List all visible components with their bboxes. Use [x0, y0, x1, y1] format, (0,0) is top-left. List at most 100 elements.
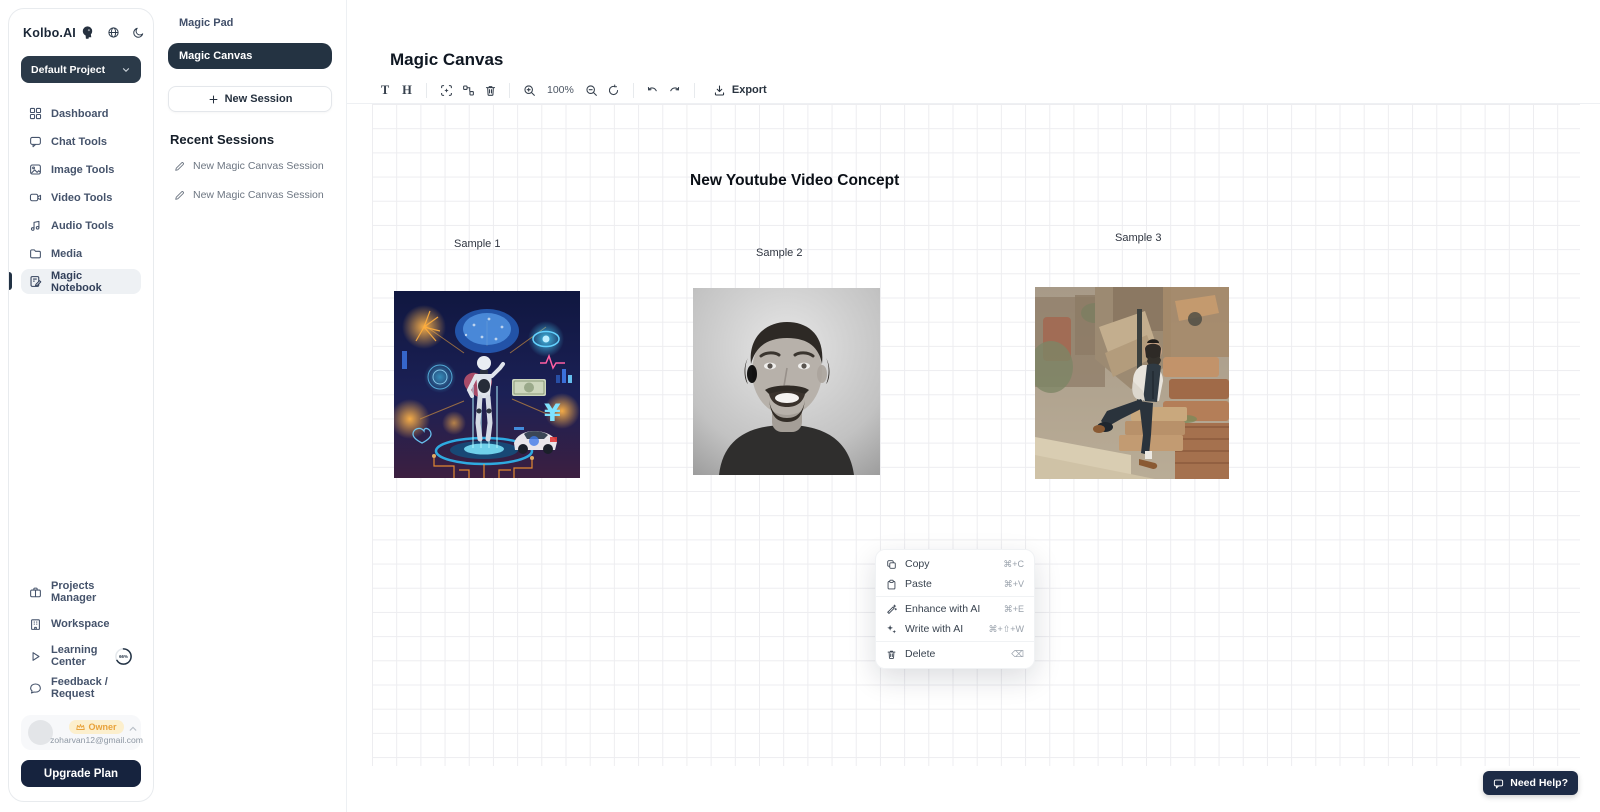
session-list-item[interactable]: New Magic Canvas Session: [168, 185, 332, 205]
language-globe-button[interactable]: [107, 26, 120, 39]
menu-item-label: Delete: [905, 648, 935, 660]
sidebar-item-media[interactable]: Media: [21, 241, 141, 266]
user-email: zoharvan12@gmail.com: [50, 735, 143, 745]
zoom-out-icon: [585, 84, 598, 97]
brain-head-icon: [80, 25, 95, 40]
need-help-label: Need Help?: [1510, 777, 1568, 789]
export-label: Export: [732, 84, 767, 96]
menu-item-label: Copy: [905, 558, 930, 570]
reset-view-button[interactable]: [603, 79, 625, 101]
portrait-illustration: [693, 288, 880, 475]
text-tool-glyph: T: [381, 83, 389, 98]
sample-2-image[interactable]: [693, 288, 880, 475]
sidebar-item-feedback[interactable]: Feedback / Request: [21, 675, 141, 701]
ai-select-tool-button[interactable]: [435, 79, 457, 101]
session-list-item[interactable]: New Magic Canvas Session: [168, 156, 332, 176]
sidebar-item-magic-notebook[interactable]: Magic Notebook: [21, 269, 141, 294]
sidebar-item-video-tools[interactable]: Video Tools: [21, 185, 141, 210]
logo-row: Kolbo.AI: [21, 25, 141, 40]
export-button[interactable]: Export: [707, 83, 773, 98]
sample-1-image[interactable]: ¥: [394, 291, 580, 478]
undo-button[interactable]: [642, 79, 664, 101]
sidebar-item-projects-manager[interactable]: Projects Manager: [21, 579, 141, 605]
session-item-label: New Magic Canvas Session: [193, 189, 324, 201]
delete-tool-button[interactable]: [479, 79, 501, 101]
sample-1-label[interactable]: Sample 1: [454, 238, 500, 250]
user-account-card[interactable]: Owner zoharvan12@gmail.com: [21, 715, 141, 750]
canvas-heading[interactable]: New Youtube Video Concept: [690, 172, 899, 190]
building-icon: [29, 618, 42, 631]
sidebar-nav: Dashboard Chat Tools Image Tools Video T…: [21, 101, 141, 294]
trash-icon: [484, 84, 497, 97]
sidebar-item-label: Audio Tools: [51, 220, 114, 232]
role-badge: Owner: [69, 720, 123, 734]
menu-item-shortcut: ⌘+E: [1004, 604, 1024, 615]
role-badge-label: Owner: [88, 722, 116, 732]
toolbar-divider: [633, 83, 634, 98]
upgrade-plan-button[interactable]: Upgrade Plan: [21, 760, 141, 787]
sidebar-item-label: Workspace: [51, 618, 110, 630]
moon-icon: [132, 26, 145, 39]
panel-item-magic-canvas[interactable]: Magic Canvas: [168, 43, 332, 69]
menu-item-label: Write with AI: [905, 623, 963, 635]
zoom-in-button[interactable]: [518, 79, 540, 101]
trash-icon: [886, 649, 897, 660]
menu-item-shortcut: ⌘+C: [1003, 559, 1024, 570]
recent-sessions-title: Recent Sessions: [168, 132, 332, 147]
sidebar-item-workspace[interactable]: Workspace: [21, 611, 141, 637]
sidebar-bottom-nav: Projects Manager Workspace Learning Cent…: [21, 579, 141, 701]
toolbar-divider: [509, 83, 510, 98]
sidebar-item-label: Feedback / Request: [51, 676, 133, 700]
menu-divider: [876, 596, 1034, 597]
sidebar-item-label: Image Tools: [51, 164, 114, 176]
sidebar-item-chat-tools[interactable]: Chat Tools: [21, 129, 141, 154]
dark-mode-button[interactable]: [132, 26, 145, 39]
paste-icon: [886, 579, 897, 590]
zoom-level: 100%: [547, 84, 574, 96]
context-menu: Copy ⌘+C Paste ⌘+V Enhance with AI ⌘+E W…: [875, 549, 1035, 669]
sidebar-item-image-tools[interactable]: Image Tools: [21, 157, 141, 182]
sidebar-item-label: Magic Notebook: [51, 270, 133, 294]
image-icon: [29, 163, 42, 176]
menu-item-label: Paste: [905, 578, 932, 590]
menu-item-shortcut: ⌘+V: [1004, 579, 1024, 590]
need-help-button[interactable]: Need Help?: [1483, 771, 1578, 795]
sidebar-item-label: Dashboard: [51, 108, 108, 120]
menu-item-write-with-ai[interactable]: Write with AI ⌘+⇧+W: [876, 619, 1034, 639]
chat-icon: [29, 135, 42, 148]
heading-tool-glyph: H: [402, 83, 412, 98]
redo-button[interactable]: [664, 79, 686, 101]
svg-text:¥: ¥: [544, 399, 561, 427]
brand-logo: Kolbo.AI: [23, 26, 76, 40]
new-session-button[interactable]: New Session: [168, 86, 332, 112]
sample-3-label[interactable]: Sample 3: [1115, 232, 1161, 244]
heading-tool-button[interactable]: H: [396, 79, 418, 101]
menu-item-paste[interactable]: Paste ⌘+V: [876, 574, 1034, 594]
ai-robot-illustration: ¥: [394, 291, 580, 478]
menu-item-copy[interactable]: Copy ⌘+C: [876, 554, 1034, 574]
toolbar-divider: [426, 83, 427, 98]
sidebar-item-label: Learning Center: [51, 644, 105, 668]
sidebar-item-label: Chat Tools: [51, 136, 107, 148]
sidebar-item-learning-center[interactable]: Learning Center 66%: [21, 643, 141, 669]
briefcase-icon: [29, 586, 42, 599]
new-session-label: New Session: [225, 93, 293, 105]
text-tool-button[interactable]: T: [374, 79, 396, 101]
sample-2-label[interactable]: Sample 2: [756, 247, 802, 259]
redo-icon: [668, 84, 681, 97]
menu-item-delete[interactable]: Delete ⌫: [876, 644, 1034, 664]
sidebar-item-dashboard[interactable]: Dashboard: [21, 101, 141, 126]
panel-item-magic-pad[interactable]: Magic Pad: [168, 12, 332, 34]
sidebar-item-audio-tools[interactable]: Audio Tools: [21, 213, 141, 238]
project-selector[interactable]: Default Project: [21, 56, 141, 83]
pencil-icon: [174, 190, 185, 201]
canvas-toolbar: T H 100%: [347, 77, 1600, 104]
sample-3-image[interactable]: [1035, 287, 1229, 479]
menu-item-enhance-with-ai[interactable]: Enhance with AI ⌘+E: [876, 599, 1034, 619]
magic-canvas-grid[interactable]: New Youtube Video Concept Sample 1 Sampl…: [372, 104, 1580, 766]
connector-tool-button[interactable]: [457, 79, 479, 101]
zoom-out-button[interactable]: [581, 79, 603, 101]
download-icon: [713, 84, 726, 97]
learning-progress-value: 66%: [119, 654, 128, 659]
sparkles-icon: [886, 624, 897, 635]
